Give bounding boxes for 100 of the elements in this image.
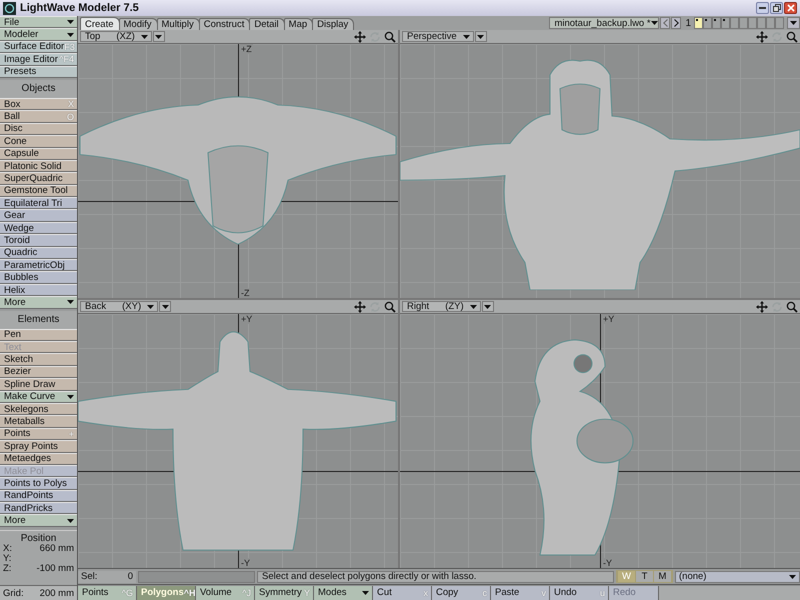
tool-button[interactable]: Spray Points bbox=[0, 440, 77, 452]
zoom-icon[interactable] bbox=[384, 300, 396, 312]
toolbar-button[interactable]: Copy c bbox=[432, 586, 491, 600]
tool-button[interactable]: Points to Polys bbox=[0, 477, 77, 490]
tab[interactable]: Multiply bbox=[156, 18, 200, 30]
next-button[interactable] bbox=[671, 17, 682, 29]
tool-button[interactable]: Gemstone Tool bbox=[0, 184, 77, 198]
tool-button[interactable]: Box X bbox=[0, 98, 77, 110]
viewport-menu-button[interactable] bbox=[474, 31, 487, 42]
tool-button[interactable]: Ball O bbox=[0, 110, 77, 123]
viewport-canvas[interactable]: +Z -Z bbox=[78, 44, 398, 298]
sidebar-button[interactable]: Image Editor^F4 bbox=[0, 53, 77, 66]
menu-dropdown[interactable]: File bbox=[0, 16, 77, 28]
axis-label: -Y bbox=[240, 558, 251, 568]
tool-button[interactable]: Equilateral Tri bbox=[0, 197, 77, 210]
close-button[interactable] bbox=[784, 2, 797, 14]
tool-button[interactable]: Disc bbox=[0, 122, 77, 136]
toolbar-button[interactable]: Points ^G bbox=[78, 586, 137, 600]
tool-button[interactable]: Metaedges bbox=[0, 452, 77, 465]
move-icon[interactable] bbox=[756, 300, 768, 312]
tool-button[interactable]: Skelegons bbox=[0, 402, 77, 416]
tool-button[interactable]: Platonic Solid bbox=[0, 160, 77, 172]
coordinate-value: -100 mm bbox=[36, 564, 74, 574]
tool-button[interactable]: Metaballs bbox=[0, 415, 77, 428]
menu-dropdown[interactable]: Modes bbox=[314, 586, 373, 600]
tool-button[interactable]: Capsule bbox=[0, 148, 77, 160]
zoom-icon[interactable] bbox=[786, 30, 798, 42]
axis-label: -Y bbox=[602, 558, 613, 568]
toolbar-button[interactable]: Symmetry Y bbox=[255, 586, 314, 600]
selection-count: Sel: 0 bbox=[78, 570, 136, 582]
toolbar-button[interactable]: Volume ^J bbox=[196, 586, 255, 600]
sidebar-button[interactable]: Surface EditorF3 bbox=[0, 40, 77, 54]
tool-button[interactable]: Cone bbox=[0, 135, 77, 148]
minimize-button[interactable] bbox=[756, 2, 769, 14]
menu-dropdown[interactable]: Modeler bbox=[0, 28, 77, 41]
move-icon[interactable] bbox=[354, 30, 366, 42]
toolbar-button[interactable]: Cut x bbox=[373, 586, 432, 600]
tool-button[interactable]: Helix bbox=[0, 284, 77, 296]
tool-button[interactable]: Quadric bbox=[0, 246, 77, 260]
tool-button[interactable]: Bubbles bbox=[0, 271, 77, 284]
view-dropdown[interactable]: Perspective bbox=[402, 31, 474, 42]
mode-button[interactable]: M bbox=[654, 571, 671, 582]
menu-dropdown[interactable]: More bbox=[0, 514, 77, 527]
surface-dropdown[interactable]: (none) bbox=[675, 570, 800, 582]
tab[interactable]: Detail bbox=[249, 18, 285, 30]
tool-button[interactable]: SuperQuadric bbox=[0, 172, 77, 185]
toolbar-button[interactable]: Undo u bbox=[550, 586, 609, 600]
zoom-icon[interactable] bbox=[786, 300, 798, 312]
layer-button[interactable] bbox=[694, 17, 703, 29]
viewport-menu-button[interactable] bbox=[159, 301, 172, 312]
tool-button[interactable]: ParametricObj bbox=[0, 259, 77, 272]
minimize-icon bbox=[759, 7, 766, 9]
tab[interactable]: Display bbox=[312, 18, 354, 30]
view-dropdown[interactable]: Right (ZY) bbox=[402, 301, 481, 312]
app-logo-icon bbox=[3, 2, 16, 14]
viewport-menu-button[interactable] bbox=[482, 301, 494, 312]
axis-label: X: bbox=[3, 544, 12, 554]
move-icon[interactable] bbox=[756, 30, 768, 42]
layer-button[interactable] bbox=[703, 17, 712, 29]
move-icon[interactable] bbox=[354, 300, 366, 312]
tool-button[interactable]: Sketch bbox=[0, 353, 77, 366]
viewport-canvas[interactable]: +Y -Y bbox=[78, 314, 398, 568]
layer-button[interactable] bbox=[712, 17, 721, 29]
window-title: LightWave Modeler 7.5 bbox=[20, 2, 140, 14]
zoom-icon[interactable] bbox=[384, 30, 396, 42]
axis-label: +Y bbox=[240, 314, 254, 324]
tool-button[interactable]: Spline Draw bbox=[0, 378, 77, 391]
menu-dropdown[interactable]: More bbox=[0, 296, 77, 309]
mode-button[interactable]: T bbox=[636, 571, 653, 582]
view-dropdown[interactable]: Back (XY) bbox=[80, 301, 158, 312]
status-message: Select and deselect polygons directly or with lasso. bbox=[257, 570, 614, 582]
caret-icon bbox=[67, 300, 74, 304]
caret-icon bbox=[67, 20, 74, 24]
restore-icon bbox=[772, 4, 780, 12]
toolbar-button[interactable]: Paste v bbox=[491, 586, 550, 600]
object-dropdown[interactable]: minotaur_backup.lwo * bbox=[549, 17, 660, 29]
caret-icon bbox=[362, 590, 369, 594]
tab[interactable]: Construct bbox=[198, 18, 250, 30]
caret-icon bbox=[790, 21, 797, 25]
layer-button[interactable] bbox=[721, 17, 730, 29]
tab[interactable]: Map bbox=[284, 18, 314, 30]
section-header: Objects bbox=[0, 80, 77, 98]
tool-button[interactable]: Toroid bbox=[0, 234, 77, 247]
tool-button[interactable]: RandPricks bbox=[0, 502, 77, 514]
restore-button[interactable] bbox=[770, 2, 783, 14]
tab[interactable]: Create bbox=[80, 17, 120, 30]
tool-button[interactable]: Points + bbox=[0, 428, 77, 440]
tool-button[interactable]: Bezier bbox=[0, 366, 77, 378]
viewport-canvas[interactable]: +Y -Y bbox=[400, 314, 800, 568]
tool-button[interactable]: Wedge bbox=[0, 222, 77, 234]
viewport-menu-button[interactable] bbox=[152, 31, 165, 42]
menu-dropdown[interactable]: Make Curve bbox=[0, 390, 77, 403]
tool-button[interactable]: Pen bbox=[0, 328, 77, 341]
sidebar-button[interactable]: Presets bbox=[0, 66, 77, 78]
tool-button[interactable]: RandPoints bbox=[0, 490, 77, 502]
view-dropdown[interactable]: Top (XZ) bbox=[80, 31, 152, 42]
tab[interactable]: Modify bbox=[118, 18, 158, 30]
tool-button[interactable]: Gear bbox=[0, 209, 77, 222]
layers-menu-button[interactable] bbox=[787, 17, 800, 29]
caret-icon bbox=[67, 32, 74, 37]
